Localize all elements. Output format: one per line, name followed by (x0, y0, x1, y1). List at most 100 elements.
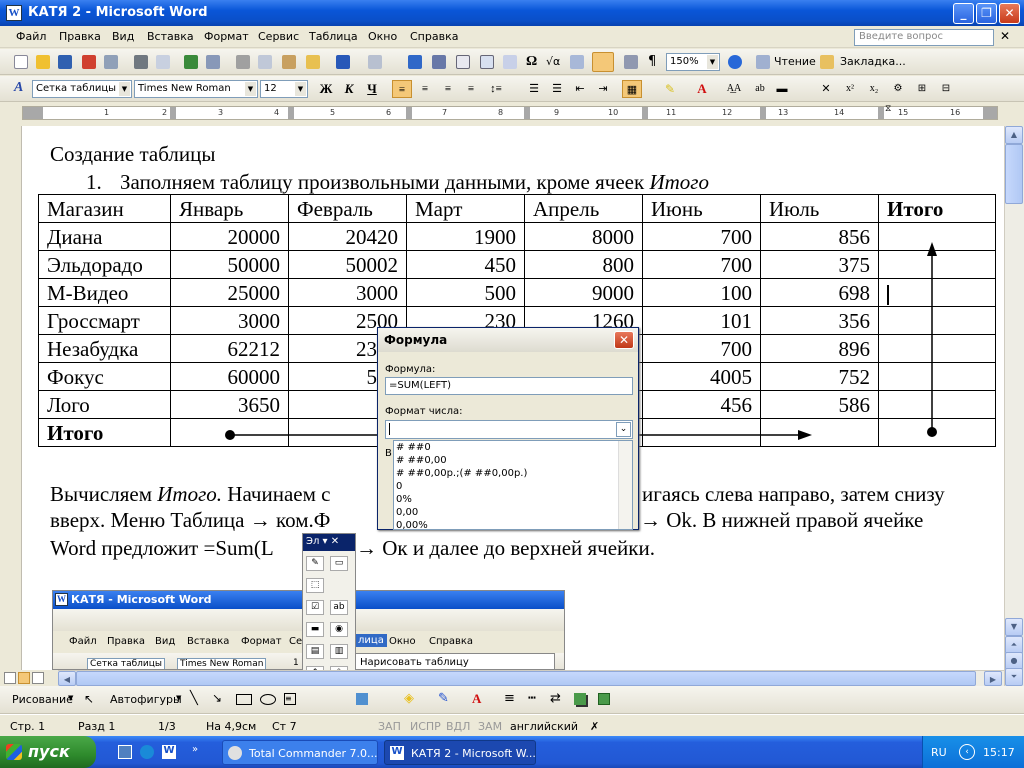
tables-borders-icon[interactable] (432, 55, 446, 69)
combo-icon[interactable]: ▥ (330, 644, 348, 659)
research-icon[interactable] (206, 55, 220, 69)
insert-excel-icon[interactable] (480, 55, 494, 69)
scroll-left-button[interactable]: ◀ (58, 671, 76, 686)
read-mode-button[interactable]: Чтение (774, 55, 816, 68)
checkbox-icon[interactable]: ☑ (306, 600, 324, 615)
horizontal-ruler[interactable] (22, 106, 998, 120)
spelling-icon[interactable] (184, 55, 198, 69)
vertical-scrollbar[interactable]: ▲ ▼ ⏶ ● ⏷ (1004, 126, 1024, 686)
restore-button[interactable]: ❐ (976, 3, 997, 24)
status-rec[interactable]: ЗАП (378, 720, 401, 733)
line-tool-icon[interactable]: ╲ (190, 691, 198, 706)
equation-icon[interactable]: √α (546, 55, 560, 68)
italic-button[interactable]: К (339, 80, 359, 98)
bookmark-button[interactable]: Закладка... (840, 55, 906, 68)
line-color-icon[interactable]: ✎ (438, 691, 449, 706)
numbering-button[interactable]: ☰ (524, 80, 544, 98)
document-map-icon[interactable] (592, 52, 614, 72)
eraser-icon[interactable]: ▭ (330, 556, 348, 571)
borders-button[interactable]: ▦ (622, 80, 642, 98)
language-indicator[interactable]: RU (931, 746, 947, 759)
number-format-select[interactable]: ⌄ (385, 420, 633, 439)
tool-icon[interactable]: ⚙ (888, 80, 908, 98)
menu-help[interactable]: Справка (410, 30, 458, 43)
dialog-close-button[interactable]: ✕ (614, 331, 634, 349)
merge-icon[interactable]: ⊟ (936, 80, 956, 98)
picture-tool-icon[interactable] (356, 693, 368, 705)
align-right-button[interactable]: ≡ (438, 80, 458, 98)
scroll-right-button[interactable]: ▶ (984, 671, 1002, 686)
chevron-left-icon[interactable]: ‹ (959, 744, 975, 760)
menu-edit[interactable]: Правка (59, 30, 101, 43)
bookmark-icon[interactable] (820, 55, 834, 69)
fill-color-icon[interactable]: ◈ (404, 691, 414, 706)
task-word[interactable]: КАТЯ 2 - Microsoft W... (384, 740, 536, 765)
draw-table-icon[interactable]: ✎ (306, 556, 324, 571)
outline-view-icon[interactable] (32, 672, 44, 684)
menu-view[interactable]: Вид (112, 30, 134, 43)
textbox-tool-icon[interactable]: ≡ (284, 693, 296, 705)
scroll-down-button[interactable]: ▼ (1005, 618, 1023, 636)
subscript-icon[interactable]: x₂ (864, 80, 884, 98)
line-style-icon[interactable]: ≡ (504, 691, 515, 706)
email-icon[interactable] (104, 55, 118, 69)
next-page-button[interactable]: ⏷ (1005, 668, 1023, 686)
cut-icon[interactable] (236, 55, 250, 69)
align-left-button[interactable]: ≡ (392, 80, 412, 98)
font-select[interactable]: Times New Roman ▼ (134, 80, 258, 98)
open-icon[interactable] (36, 55, 50, 69)
title-bar[interactable]: W КАТЯ 2 - Microsoft Word _ ❐ ✕ (0, 0, 1024, 26)
list-item[interactable]: 0% (394, 493, 632, 506)
list-icon[interactable]: ▤ (306, 644, 324, 659)
floating-toolbar-title[interactable]: Эл ▾ ✕ (303, 534, 355, 551)
shadow-style-icon[interactable] (574, 693, 586, 705)
status-ext[interactable]: ВДЛ (446, 720, 470, 733)
font-color-draw-icon[interactable]: A (472, 691, 481, 707)
highlight-button[interactable]: ✎ (660, 80, 680, 98)
shading-icon[interactable]: ▬ (772, 80, 792, 98)
normal-view-icon[interactable] (4, 672, 16, 684)
align-center-button[interactable]: ≡ (415, 80, 435, 98)
start-button[interactable]: пуск (0, 736, 96, 768)
menu-window[interactable]: Окно (368, 30, 397, 43)
arrow-tool-icon[interactable]: ↘ (212, 691, 222, 705)
show-hide-icon[interactable] (624, 55, 638, 69)
arrow-style-icon[interactable]: ⇄ (550, 691, 561, 706)
read-icon[interactable] (756, 55, 770, 69)
justify-button[interactable]: ≡ (461, 80, 481, 98)
select-objects-icon[interactable]: ↖ (84, 692, 94, 706)
new-document-icon[interactable] (14, 55, 28, 69)
rectangle-tool-icon[interactable] (236, 694, 252, 705)
chevron-down-icon[interactable]: ▼ (176, 694, 181, 702)
bullets-button[interactable]: ☰ (547, 80, 567, 98)
list-item[interactable]: # ##0,00р.;(# ##0,00р.) (394, 467, 632, 480)
list-item[interactable]: # ##0,00 (394, 454, 632, 467)
bold-button[interactable]: Ж (316, 80, 336, 98)
indent-marker[interactable]: ⧖ (885, 104, 891, 114)
status-trk[interactable]: ИСПР (410, 720, 441, 733)
vertical-ruler[interactable] (0, 126, 22, 686)
dash-style-icon[interactable]: ┅ (528, 691, 536, 706)
insert-icon[interactable]: ⊞ (912, 80, 932, 98)
close-button[interactable]: ✕ (999, 3, 1020, 24)
textfield-icon[interactable]: ab (330, 600, 348, 615)
spelling-status-icon[interactable]: ✗ (590, 720, 599, 733)
list-item[interactable]: # ##0 (394, 441, 632, 454)
increase-indent-button[interactable]: ⇥ (593, 80, 613, 98)
columns-icon[interactable] (503, 55, 517, 69)
hscroll-thumb[interactable] (76, 671, 976, 686)
quicklaunch-icon[interactable] (118, 745, 132, 759)
print-layout-icon[interactable] (18, 672, 30, 684)
chevron-down-icon[interactable]: ▼ (68, 694, 73, 702)
styles-formatting-icon[interactable]: A (14, 80, 23, 96)
paste-icon[interactable] (282, 55, 296, 69)
superscript-icon[interactable]: x² (840, 80, 860, 98)
status-ovr[interactable]: ЗАМ (478, 720, 502, 733)
print-preview-icon[interactable] (156, 55, 170, 69)
horizontal-scrollbar[interactable]: ◀ ▶ (58, 670, 1004, 686)
print-icon[interactable] (134, 55, 148, 69)
ask-question-input[interactable]: Введите вопрос (854, 29, 994, 46)
task-total-commander[interactable]: Total Commander 7.0... (222, 740, 378, 765)
scroll-thumb[interactable] (1005, 144, 1023, 204)
pointer-icon[interactable]: ⬚ (306, 578, 324, 593)
